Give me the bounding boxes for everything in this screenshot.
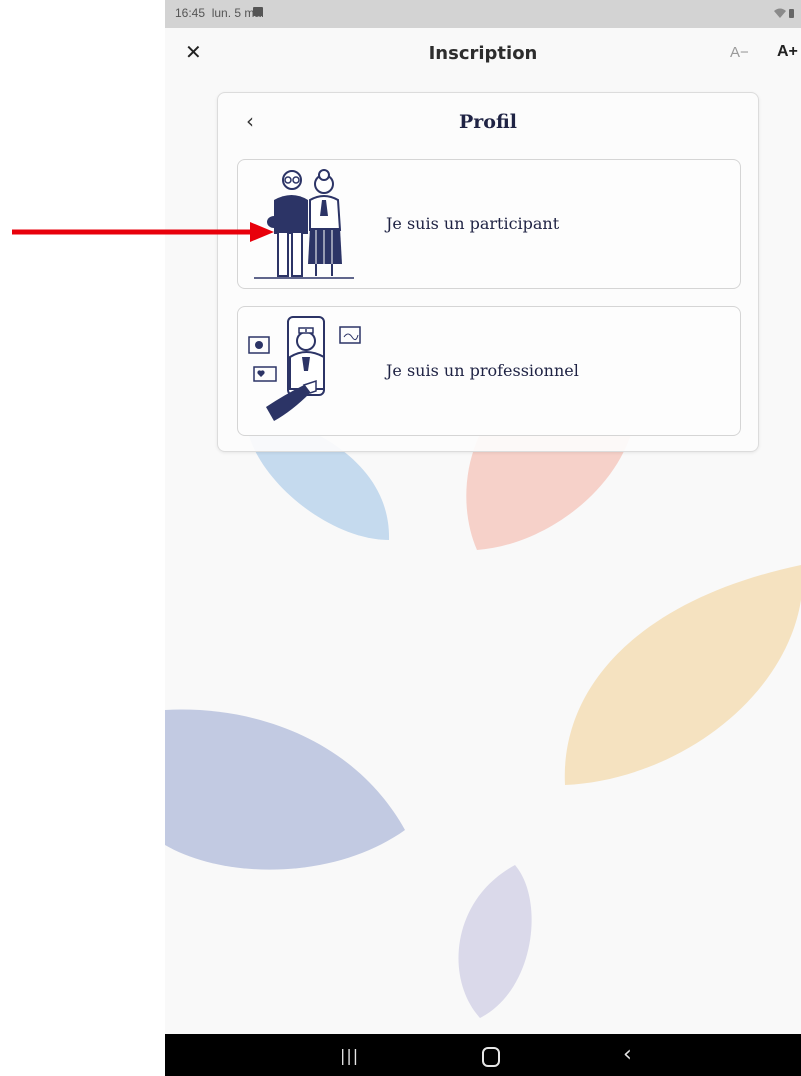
- status-bar: 16:45 lun. 5 mai: [165, 0, 801, 28]
- home-icon[interactable]: [482, 1047, 500, 1067]
- leaf-indigo: [165, 709, 405, 870]
- app-bar: ✕ Inscription A− A+: [165, 28, 801, 82]
- healthcare-professional-illustration: [248, 316, 361, 421]
- font-increase-button[interactable]: A+: [777, 43, 798, 61]
- status-time: 16:45 lun. 5 mai: [175, 6, 264, 20]
- annotation-arrow-icon: [12, 222, 274, 242]
- page-title: Inscription: [428, 43, 538, 64]
- professional-option[interactable]: Je suis un professionnel: [237, 306, 741, 436]
- back-icon[interactable]: ‹: [623, 1042, 632, 1067]
- image-notification-icon: [253, 7, 263, 16]
- status-time-value: 16:45: [175, 6, 206, 20]
- recent-apps-icon[interactable]: |||: [340, 1046, 359, 1065]
- participant-label: Je suis un participant: [386, 214, 560, 233]
- system-navigation-bar: ||| ‹: [165, 1034, 801, 1076]
- font-decrease-button[interactable]: A−: [730, 44, 749, 61]
- card-title: Profil: [458, 111, 517, 133]
- leaf-lavender: [458, 865, 532, 1018]
- wifi-icon: [774, 8, 794, 18]
- profile-card: ‹ Profil Je suis un participant Je suis …: [217, 92, 759, 452]
- professional-label: Je suis un professionnel: [386, 361, 579, 380]
- participant-option[interactable]: Je suis un participant: [237, 159, 741, 289]
- leaf-yellow: [564, 565, 801, 785]
- device-screen: 16:45 lun. 5 mai ✕ Inscription A− A+ ‹ P…: [165, 0, 801, 1076]
- wifi-battery-icon: [773, 7, 795, 22]
